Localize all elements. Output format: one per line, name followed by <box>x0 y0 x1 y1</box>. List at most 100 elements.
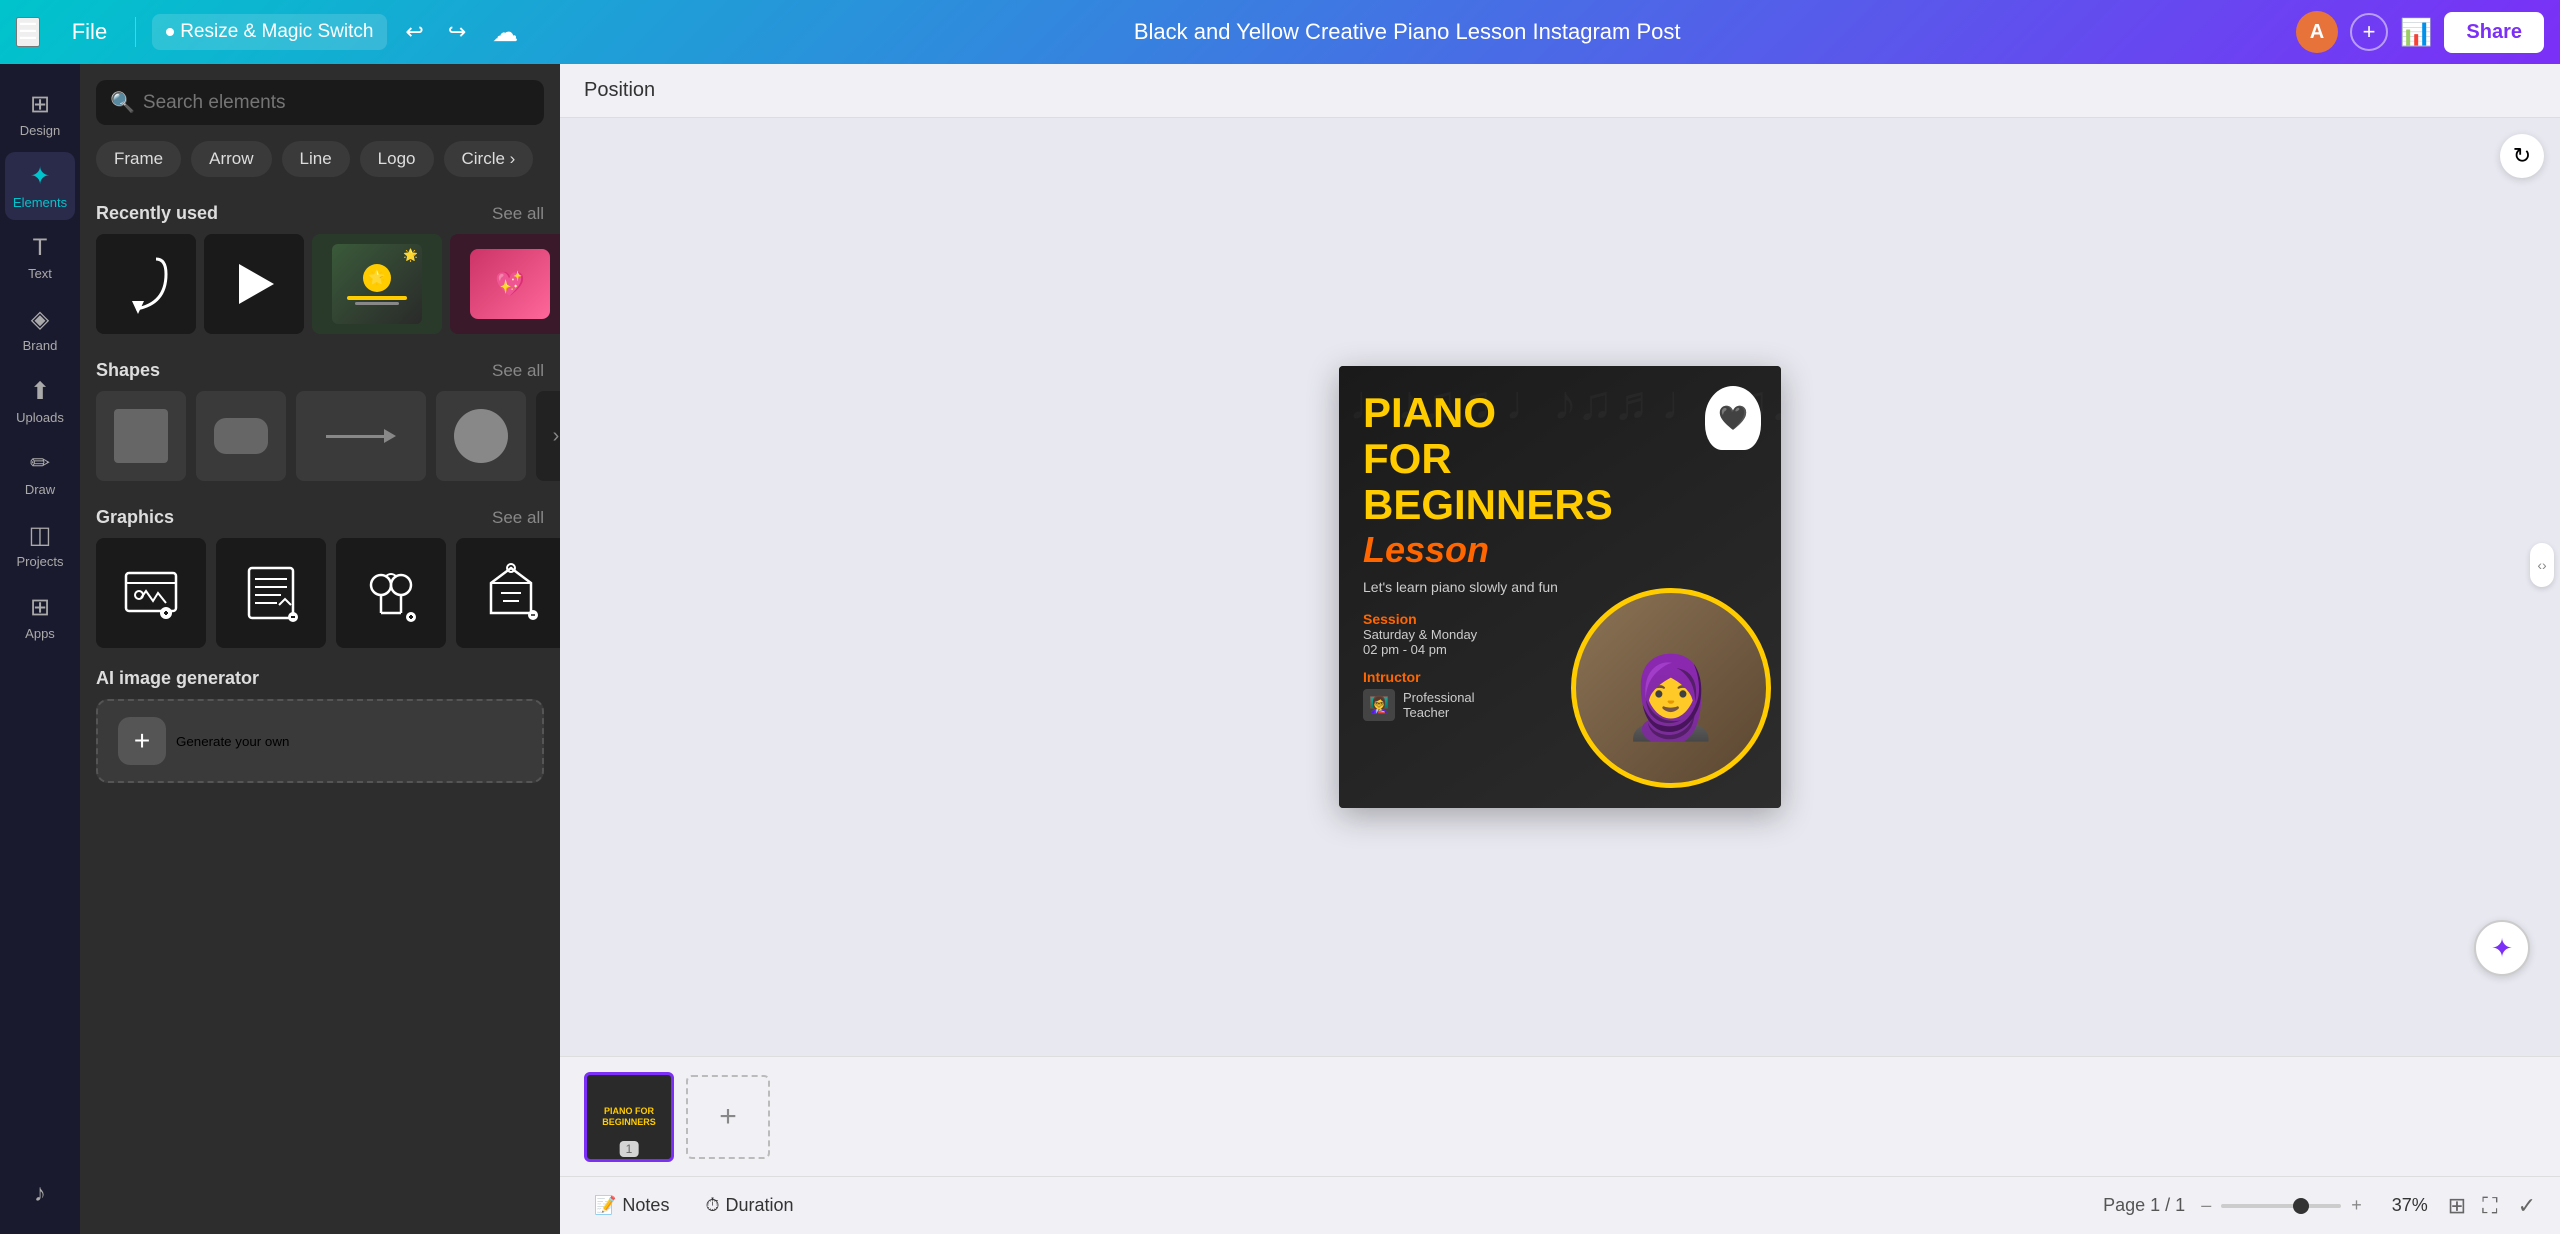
menu-icon[interactable]: ☰ <box>16 17 40 47</box>
shapes-title: Shapes <box>96 360 160 381</box>
undo-button[interactable]: ↩ <box>399 13 429 51</box>
sidebar-item-projects[interactable]: ◫ Projects <box>5 511 75 579</box>
search-input[interactable] <box>143 92 530 114</box>
view-buttons: ⊞ ⛶ <box>2444 1189 2502 1223</box>
notes-button[interactable]: 📝 Notes <box>584 1189 679 1222</box>
recently-used-see-all[interactable]: See all <box>492 204 544 224</box>
design-card[interactable]: ♩♪♫♬♩♪♫♬♩♪♫♬♩♪♫♬♩♪♫♬♩♪ PIANO FOR BEGINNE… <box>1339 366 1781 808</box>
magic-dot-icon <box>166 28 174 36</box>
piano-instructor-block: Intructor 👩‍🏫 Professional Teacher <box>1363 669 1581 721</box>
arrow-line-shape <box>326 429 396 443</box>
icon-sidebar: ⊞ Design ✦ Elements T Text ◈ Brand ⬆ Upl… <box>0 64 80 1234</box>
slide-thumb-1[interactable]: PIANO FORBEGINNERS 1 <box>584 1072 674 1162</box>
instructor-avatar-icon: 👩‍🏫 <box>1363 689 1395 721</box>
ai-section: AI image generator + Generate your own <box>96 668 544 783</box>
sidebar-item-elements[interactable]: ✦ Elements <box>5 152 75 220</box>
topbar: ☰ File Resize & Magic Switch ↩ ↪ ☁ Black… <box>0 0 2560 64</box>
slide-thumb-content: PIANO FORBEGINNERS <box>598 1102 660 1132</box>
sidebar-item-design[interactable]: ⊞ Design <box>5 80 75 148</box>
filter-logo[interactable]: Logo <box>360 141 434 177</box>
square-shape <box>114 409 168 463</box>
duration-button[interactable]: ⏱ Duration <box>695 1189 803 1222</box>
add-slide-button[interactable]: + <box>686 1075 770 1159</box>
draw-icon: ✏ <box>30 449 50 478</box>
graphics-title: Graphics <box>96 507 174 528</box>
piano-title-line1: PIANO FOR <box>1363 389 1496 482</box>
recently-used-item-social-mockup[interactable]: 🌟 🌟 <box>312 234 442 334</box>
sidebar-item-brand[interactable]: ◈ Brand <box>5 295 75 363</box>
instructor-title: Professional <box>1403 690 1475 705</box>
sidebar-label-draw: Draw <box>25 482 55 497</box>
status-bar: 📝 Notes ⏱ Duration Page 1 / 1 – + 37% ⊞ … <box>560 1176 2560 1234</box>
fullscreen-button[interactable]: ⛶ <box>2478 1189 2501 1223</box>
shapes-header: Shapes See all <box>96 360 544 381</box>
filter-line[interactable]: Line <box>282 141 350 177</box>
graphics-grid: › <box>96 538 544 648</box>
shape-arrow-line[interactable] <box>296 391 426 481</box>
zoom-thumb <box>2293 1198 2309 1214</box>
document-title: Black and Yellow Creative Piano Lesson I… <box>530 19 2284 45</box>
ai-plus-icon: + <box>118 717 166 765</box>
canvas-workspace[interactable]: ♩♪♫♬♩♪♫♬♩♪♫♬♩♪♫♬♩♪♫♬♩♪ PIANO FOR BEGINNE… <box>560 118 2560 1056</box>
sidebar-item-uploads[interactable]: ⬆ Uploads <box>5 367 75 435</box>
apps-icon: ⊞ <box>30 593 50 622</box>
ai-generate-button[interactable]: + Generate your own <box>96 699 544 783</box>
ai-generate-label: Generate your own <box>176 734 289 749</box>
filter-circle[interactable]: Circle › <box>444 141 534 177</box>
redo-button[interactable]: ↪ <box>442 13 472 51</box>
check-button[interactable]: ✓ <box>2518 1193 2536 1219</box>
shape-square[interactable] <box>96 391 186 481</box>
user-avatar-button[interactable]: A <box>2296 11 2338 53</box>
shape-more[interactable]: › <box>536 391 560 481</box>
canvas-refresh-button[interactable]: ↻ <box>2500 134 2544 178</box>
sidebar-item-music[interactable]: ♪ <box>5 1170 75 1218</box>
zoom-slider[interactable]: – + <box>2201 1195 2362 1216</box>
ai-assistant-button[interactable]: ✦ <box>2474 920 2530 976</box>
page-info: Page 1 / 1 <box>2103 1195 2185 1216</box>
filmstrip: PIANO FORBEGINNERS 1 + <box>560 1056 2560 1176</box>
filter-frame[interactable]: Frame <box>96 141 181 177</box>
file-menu-button[interactable]: File <box>60 13 119 51</box>
share-button[interactable]: Share <box>2444 12 2544 53</box>
grid-view-button[interactable]: ⊞ <box>2444 1189 2470 1223</box>
piano-text-block: PIANO FOR BEGINNERS Lesson Let's learn p… <box>1363 390 1581 721</box>
sidebar-item-text[interactable]: T Text <box>5 224 75 291</box>
shape-circle[interactable] <box>436 391 526 481</box>
elements-panel: 🔍 Frame Arrow Line Logo Circle › Recentl… <box>80 64 560 1234</box>
graphic-item-3[interactable] <box>336 538 446 648</box>
piano-main-title: PIANO FOR BEGINNERS <box>1363 390 1581 529</box>
add-collaborator-button[interactable]: + <box>2350 13 2388 51</box>
shapes-see-all[interactable]: See all <box>492 361 544 381</box>
graphics-header: Graphics See all <box>96 507 544 528</box>
piano-title-line2: BEGINNERS <box>1363 481 1613 528</box>
elements-icon: ✦ <box>30 162 50 191</box>
search-icon: 🔍 <box>110 90 135 115</box>
shape-roundrect[interactable] <box>196 391 286 481</box>
sidebar-label-uploads: Uploads <box>16 410 64 425</box>
sidebar-item-apps[interactable]: ⊞ Apps <box>5 583 75 651</box>
graphic-item-4[interactable] <box>456 538 560 648</box>
recently-used-header: Recently used See all <box>96 203 544 224</box>
recently-used-item-pink-shape[interactable]: 💖 <box>450 234 560 334</box>
quick-filters: Frame Arrow Line Logo Circle › <box>96 141 544 177</box>
recently-used-item-curved-arrow[interactable] <box>96 234 196 334</box>
piano-session-time: 02 pm - 04 pm <box>1363 642 1581 657</box>
panel-toggle-handle[interactable]: ‹› <box>2530 543 2554 587</box>
projects-icon: ◫ <box>29 521 52 550</box>
recently-used-item-triangle[interactable] <box>204 234 304 334</box>
recently-used-grid: 🌟 🌟 💖 › <box>96 234 544 334</box>
triangle-svg <box>224 254 284 314</box>
design-icon: ⊞ <box>30 90 50 119</box>
zoom-track <box>2221 1204 2341 1208</box>
cloud-save-button[interactable]: ☁ <box>492 17 518 48</box>
sidebar-label-brand: Brand <box>23 338 58 353</box>
filter-arrow[interactable]: Arrow <box>191 141 271 177</box>
analytics-button[interactable]: 📊 <box>2400 17 2432 48</box>
resize-magic-switch-button[interactable]: Resize & Magic Switch <box>152 14 387 50</box>
graphic-item-2[interactable] <box>216 538 326 648</box>
graphic-item-1[interactable] <box>96 538 206 648</box>
zoom-percent: 37% <box>2378 1195 2428 1216</box>
graphics-see-all[interactable]: See all <box>492 508 544 528</box>
sidebar-item-draw[interactable]: ✏ Draw <box>5 439 75 507</box>
ai-section-title: AI image generator <box>96 668 544 689</box>
